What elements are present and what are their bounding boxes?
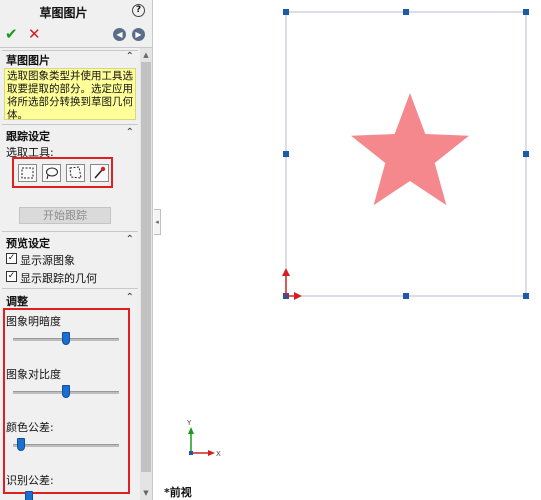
- start-trace-button[interactable]: 开始跟踪: [19, 207, 111, 224]
- panel-titlebar: 草图图片 ?: [0, 0, 152, 22]
- collapse-chevron-icon[interactable]: ⌃: [126, 234, 134, 245]
- section-divider: [2, 124, 138, 125]
- resize-handle[interactable]: [523, 151, 529, 157]
- section-title: 草图图片: [6, 54, 50, 67]
- brightness-label: 图象明暗度: [6, 315, 61, 328]
- select-tools-group: [12, 157, 113, 188]
- help-icon[interactable]: ?: [132, 4, 145, 17]
- show-source-image-checkbox[interactable]: ✓: [6, 253, 17, 264]
- coordinate-triad-icon: Y X: [186, 419, 221, 458]
- contrast-slider-knob[interactable]: [62, 385, 70, 398]
- triad-x-label: X: [216, 450, 221, 458]
- resize-handle[interactable]: [523, 9, 529, 15]
- scrollbar-thumb[interactable]: [141, 62, 151, 472]
- collapse-chevron-icon[interactable]: ⌃: [126, 127, 134, 138]
- section-title: 预览设定: [6, 237, 50, 250]
- panel-title: 草图图片: [39, 6, 88, 20]
- color-tolerance-slider-knob[interactable]: [17, 438, 26, 451]
- section-header-preview[interactable]: 预览设定 ⌃: [0, 234, 140, 250]
- scroll-up-arrow-icon[interactable]: ▲: [141, 50, 151, 60]
- contrast-label: 图象对比度: [6, 368, 61, 381]
- graphics-area[interactable]: Y X *前视: [160, 0, 541, 500]
- rectangle-select-icon: [21, 167, 34, 179]
- collapse-chevron-icon[interactable]: ⌃: [126, 292, 134, 303]
- instruction-note: 选取图象类型并使用工具选取要提取的部分。选定应用将所选部分转换到草图几何体。: [4, 68, 136, 121]
- section-header-adjust[interactable]: 调整 ⌃: [0, 292, 140, 308]
- polygon-select-tool[interactable]: [66, 164, 85, 182]
- resize-handle[interactable]: [283, 9, 289, 15]
- lasso-icon: [46, 167, 58, 180]
- section-title: 调整: [6, 295, 28, 308]
- section-title: 跟踪设定: [6, 130, 50, 143]
- triad-y-label: Y: [186, 419, 192, 427]
- color-tolerance-slider-track[interactable]: [13, 444, 119, 447]
- ok-check-icon[interactable]: ✔: [5, 25, 18, 43]
- forward-arrow-icon[interactable]: ▶: [132, 28, 145, 41]
- property-manager-panel: 草图图片 ? ✔ ✕ ◀ ▶ 草图图片 ⌃ 选取图象类型并使用工具选取要提取的部…: [0, 0, 153, 500]
- section-divider: [2, 231, 138, 232]
- section-header-image[interactable]: 草图图片 ⌃: [0, 51, 140, 67]
- recognition-tolerance-slider-knob[interactable]: [24, 491, 33, 500]
- resize-handle[interactable]: [403, 293, 409, 299]
- cancel-x-icon[interactable]: ✕: [28, 25, 41, 43]
- resize-handle[interactable]: [283, 151, 289, 157]
- view-orientation-label: *前视: [164, 486, 192, 499]
- resize-handle[interactable]: [403, 9, 409, 15]
- color-picker-tool[interactable]: [90, 164, 109, 182]
- recognition-tolerance-label: 识别公差:: [6, 474, 54, 487]
- rectangle-select-tool[interactable]: [18, 164, 37, 182]
- show-traced-geometry-label: 显示跟踪的几何: [20, 272, 97, 285]
- action-bar: ✔ ✕ ◀ ▶: [0, 22, 152, 48]
- polygon-lasso-icon: [69, 166, 82, 179]
- brightness-slider-knob[interactable]: [62, 332, 70, 345]
- star-image: [351, 93, 469, 206]
- section-divider: [2, 288, 138, 289]
- show-traced-geometry-checkbox[interactable]: ✓: [6, 271, 17, 282]
- color-tolerance-label: 颜色公差:: [6, 421, 54, 434]
- show-source-image-label: 显示源图象: [20, 254, 75, 267]
- panel-scrollbar[interactable]: ▲ ▼: [140, 48, 152, 500]
- lasso-select-tool[interactable]: [42, 164, 61, 182]
- sketch-canvas[interactable]: Y X: [160, 0, 541, 500]
- eyedropper-icon: [94, 166, 106, 179]
- collapse-chevron-icon[interactable]: ⌃: [126, 51, 134, 62]
- section-header-trace[interactable]: 跟踪设定 ⌃: [0, 127, 140, 143]
- back-arrow-icon[interactable]: ◀: [113, 28, 126, 41]
- resize-handle[interactable]: [523, 293, 529, 299]
- scroll-down-arrow-icon[interactable]: ▼: [141, 488, 151, 498]
